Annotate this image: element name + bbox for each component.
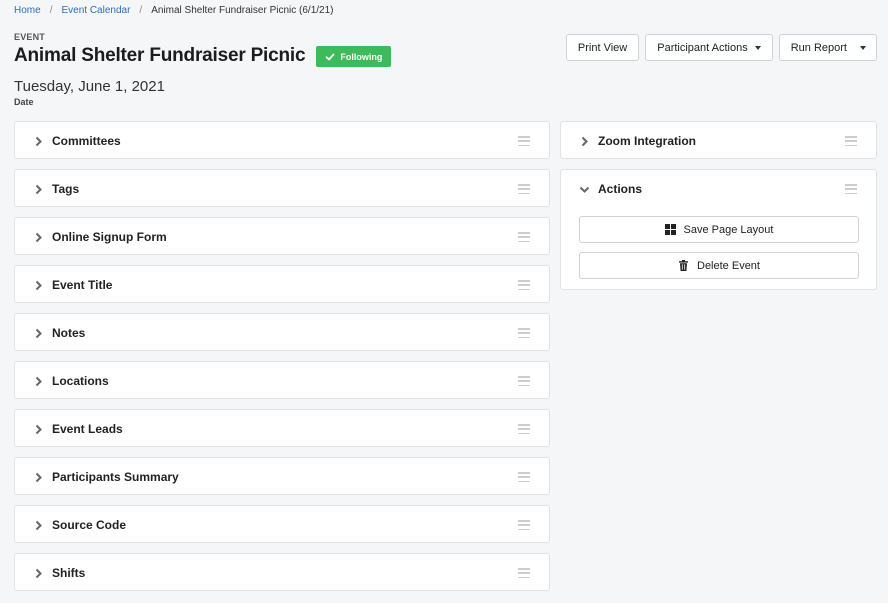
actions-panel-body: Save Page Layout Delete Event [561,208,876,279]
panel-header[interactable]: Actions [561,170,876,208]
panel-actions: Actions Save Page Layout Delete Event [560,169,877,290]
panel-notes: Notes [14,313,550,351]
drag-handle-icon[interactable] [845,136,857,146]
delete-event-label: Delete Event [697,259,760,272]
breadcrumb-current: Animal Shelter Fundraiser Picnic (6/1/21… [151,5,334,16]
page-title: Animal Shelter Fundraiser Picnic [14,44,306,66]
chevron-right-icon [35,472,42,482]
drag-handle-icon[interactable] [518,520,530,530]
chevron-down-icon [579,186,590,193]
panel-title: Event Leads [52,422,123,436]
event-date: Tuesday, June 1, 2021 [14,78,165,95]
chevron-right-icon [581,136,588,146]
following-button[interactable]: Following [316,46,392,67]
caret-down-icon [754,45,761,50]
print-view-button[interactable]: Print View [565,34,640,61]
chevron-right-icon [35,520,42,530]
page-kicker: EVENT [14,32,46,42]
breadcrumb-event-calendar-link[interactable]: Event Calendar [61,5,130,16]
panel-header[interactable]: Tags [15,170,549,208]
panel-title: Event Title [52,278,113,292]
panel-header[interactable]: Participants Summary [15,458,549,496]
panel-title: Notes [52,326,86,340]
chevron-right-icon [35,568,42,578]
panel-header[interactable]: Committees [15,122,549,160]
breadcrumb-separator: / [49,5,53,16]
breadcrumb-home-link[interactable]: Home [14,5,41,16]
chevron-right-icon [35,328,42,338]
panel-event-leads: Event Leads [14,409,550,447]
drag-handle-icon[interactable] [518,568,530,578]
participant-actions-label: Participant Actions [657,41,748,54]
drag-handle-icon[interactable] [518,376,530,386]
run-report-label: Run Report [790,41,847,54]
panel-title: Source Code [52,518,127,532]
panel-title: Online Signup Form [52,230,167,244]
chevron-right-icon [35,280,42,290]
chevron-right-icon [35,376,42,386]
drag-handle-icon[interactable] [518,424,530,434]
drag-handle-icon[interactable] [518,232,530,242]
breadcrumb: Home / Event Calendar / Animal Shelter F… [14,5,334,16]
event-date-label: Date [14,97,34,107]
drag-handle-icon[interactable] [518,280,530,290]
panel-header[interactable]: Notes [15,314,549,352]
panel-source-code: Source Code [14,505,550,543]
chevron-right-icon [35,136,42,146]
panel-shifts: Shifts [14,553,550,591]
save-page-layout-button[interactable]: Save Page Layout [579,216,859,243]
drag-handle-icon[interactable] [518,184,530,194]
save-page-layout-label: Save Page Layout [683,223,774,236]
panel-header[interactable]: Locations [15,362,549,400]
check-icon [325,53,335,60]
panel-header[interactable]: Event Title [15,266,549,304]
title-row: Animal Shelter Fundraiser Picnic Followi… [14,44,392,67]
panel-participants-summary: Participants Summary [14,457,550,495]
trash-icon [679,260,688,271]
panel-header[interactable]: Source Code [15,506,549,544]
right-panel-column: Zoom Integration Actions Save Page Layou… [560,121,877,300]
panel-title: Participants Summary [52,470,179,484]
panel-zoom-integration: Zoom Integration [560,121,877,159]
panel-title: Zoom Integration [598,134,696,148]
panel-title: Locations [52,374,109,388]
chevron-right-icon [35,424,42,434]
grid-icon [664,224,676,235]
panel-tags: Tags [14,169,550,207]
chevron-right-icon [35,184,42,194]
panel-online-signup-form: Online Signup Form [14,217,550,255]
panel-title: Shifts [52,566,86,580]
drag-handle-icon[interactable] [845,184,857,194]
panel-event-title: Event Title [14,265,550,303]
breadcrumb-separator: / [139,5,143,16]
panel-header[interactable]: Online Signup Form [15,218,549,256]
drag-handle-icon[interactable] [518,328,530,338]
left-panel-column: Committees Tags Online Signup Form Event Ti… [14,121,550,601]
chevron-right-icon [35,232,42,242]
delete-event-button[interactable]: Delete Event [579,252,859,279]
panel-locations: Locations [14,361,550,399]
panel-title: Actions [598,182,643,196]
print-view-label: Print View [577,41,628,54]
panel-title: Tags [52,182,80,196]
panel-committees: Committees [14,121,550,159]
following-label: Following [340,51,383,62]
caret-down-icon [860,45,866,50]
drag-handle-icon[interactable] [518,136,530,146]
panel-header[interactable]: Event Leads [15,410,549,448]
participant-actions-dropdown[interactable]: Participant Actions [645,34,773,61]
panel-title: Committees [52,134,121,148]
page-toolbar: Print View Participant Actions Run Repor… [565,34,877,61]
panel-header[interactable]: Shifts [15,554,549,592]
drag-handle-icon[interactable] [518,472,530,482]
run-report-dropdown[interactable]: Run Report [778,34,877,61]
panel-header[interactable]: Zoom Integration [561,122,876,160]
